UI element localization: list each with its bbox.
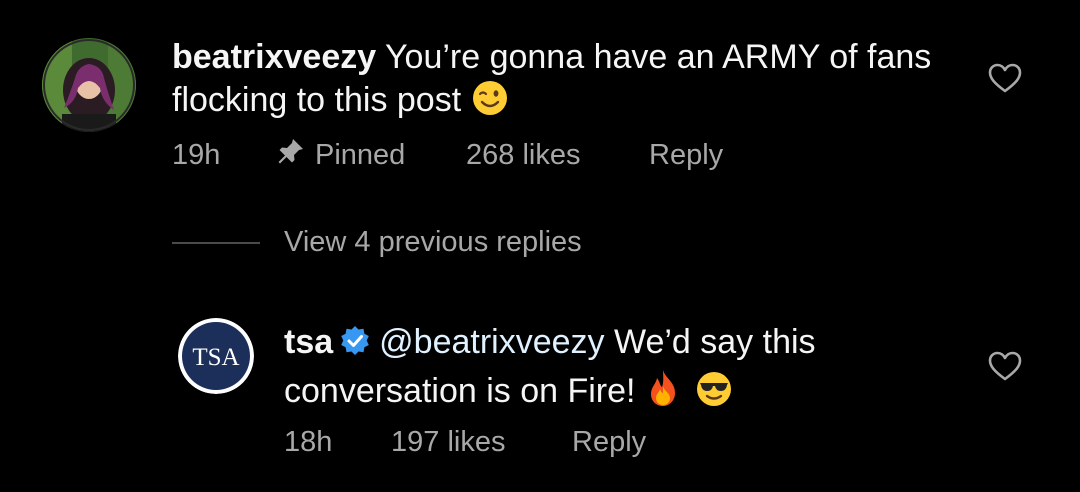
username[interactable]: tsa: [284, 323, 333, 361]
pinned-label: Pinned: [315, 138, 406, 171]
mention-link[interactable]: @beatrixveezy: [379, 323, 604, 361]
replies-divider: [172, 242, 260, 244]
reply-button[interactable]: Reply: [572, 426, 646, 459]
pin-icon: [277, 137, 307, 173]
username[interactable]: beatrixveezy: [172, 38, 376, 76]
wink-emoji-icon: [471, 79, 509, 128]
avatar[interactable]: [42, 38, 136, 132]
like-heart-icon[interactable]: [988, 351, 1022, 381]
avatar[interactable]: TSA: [178, 318, 254, 394]
reply-text: tsa @beatrixveezy We’d say this conversa…: [284, 321, 944, 419]
timestamp: 18h: [284, 425, 333, 458]
view-previous-replies-button[interactable]: View 4 previous replies: [284, 226, 582, 259]
reply-body-line2: conversation is on Fire!: [284, 372, 645, 410]
like-heart-icon[interactable]: [988, 63, 1022, 93]
comment-meta: 19h Pinned 268 likes Reply: [172, 137, 723, 173]
verified-badge-icon: [339, 325, 371, 368]
comment-text: beatrixveezy You’re gonna have an ARMY o…: [172, 36, 932, 128]
reply-body-line1: We’d say this: [604, 323, 816, 361]
tsa-logo-text: TSA: [192, 344, 239, 371]
fire-emoji-icon: [645, 368, 681, 419]
likes-count[interactable]: 197 likes: [391, 426, 572, 459]
reply-meta: 18h 197 likes Reply: [284, 424, 646, 460]
reply-button[interactable]: Reply: [649, 139, 723, 172]
sunglasses-emoji-icon: [695, 370, 733, 419]
timestamp: 19h: [172, 138, 221, 171]
likes-count[interactable]: 268 likes: [466, 139, 649, 172]
